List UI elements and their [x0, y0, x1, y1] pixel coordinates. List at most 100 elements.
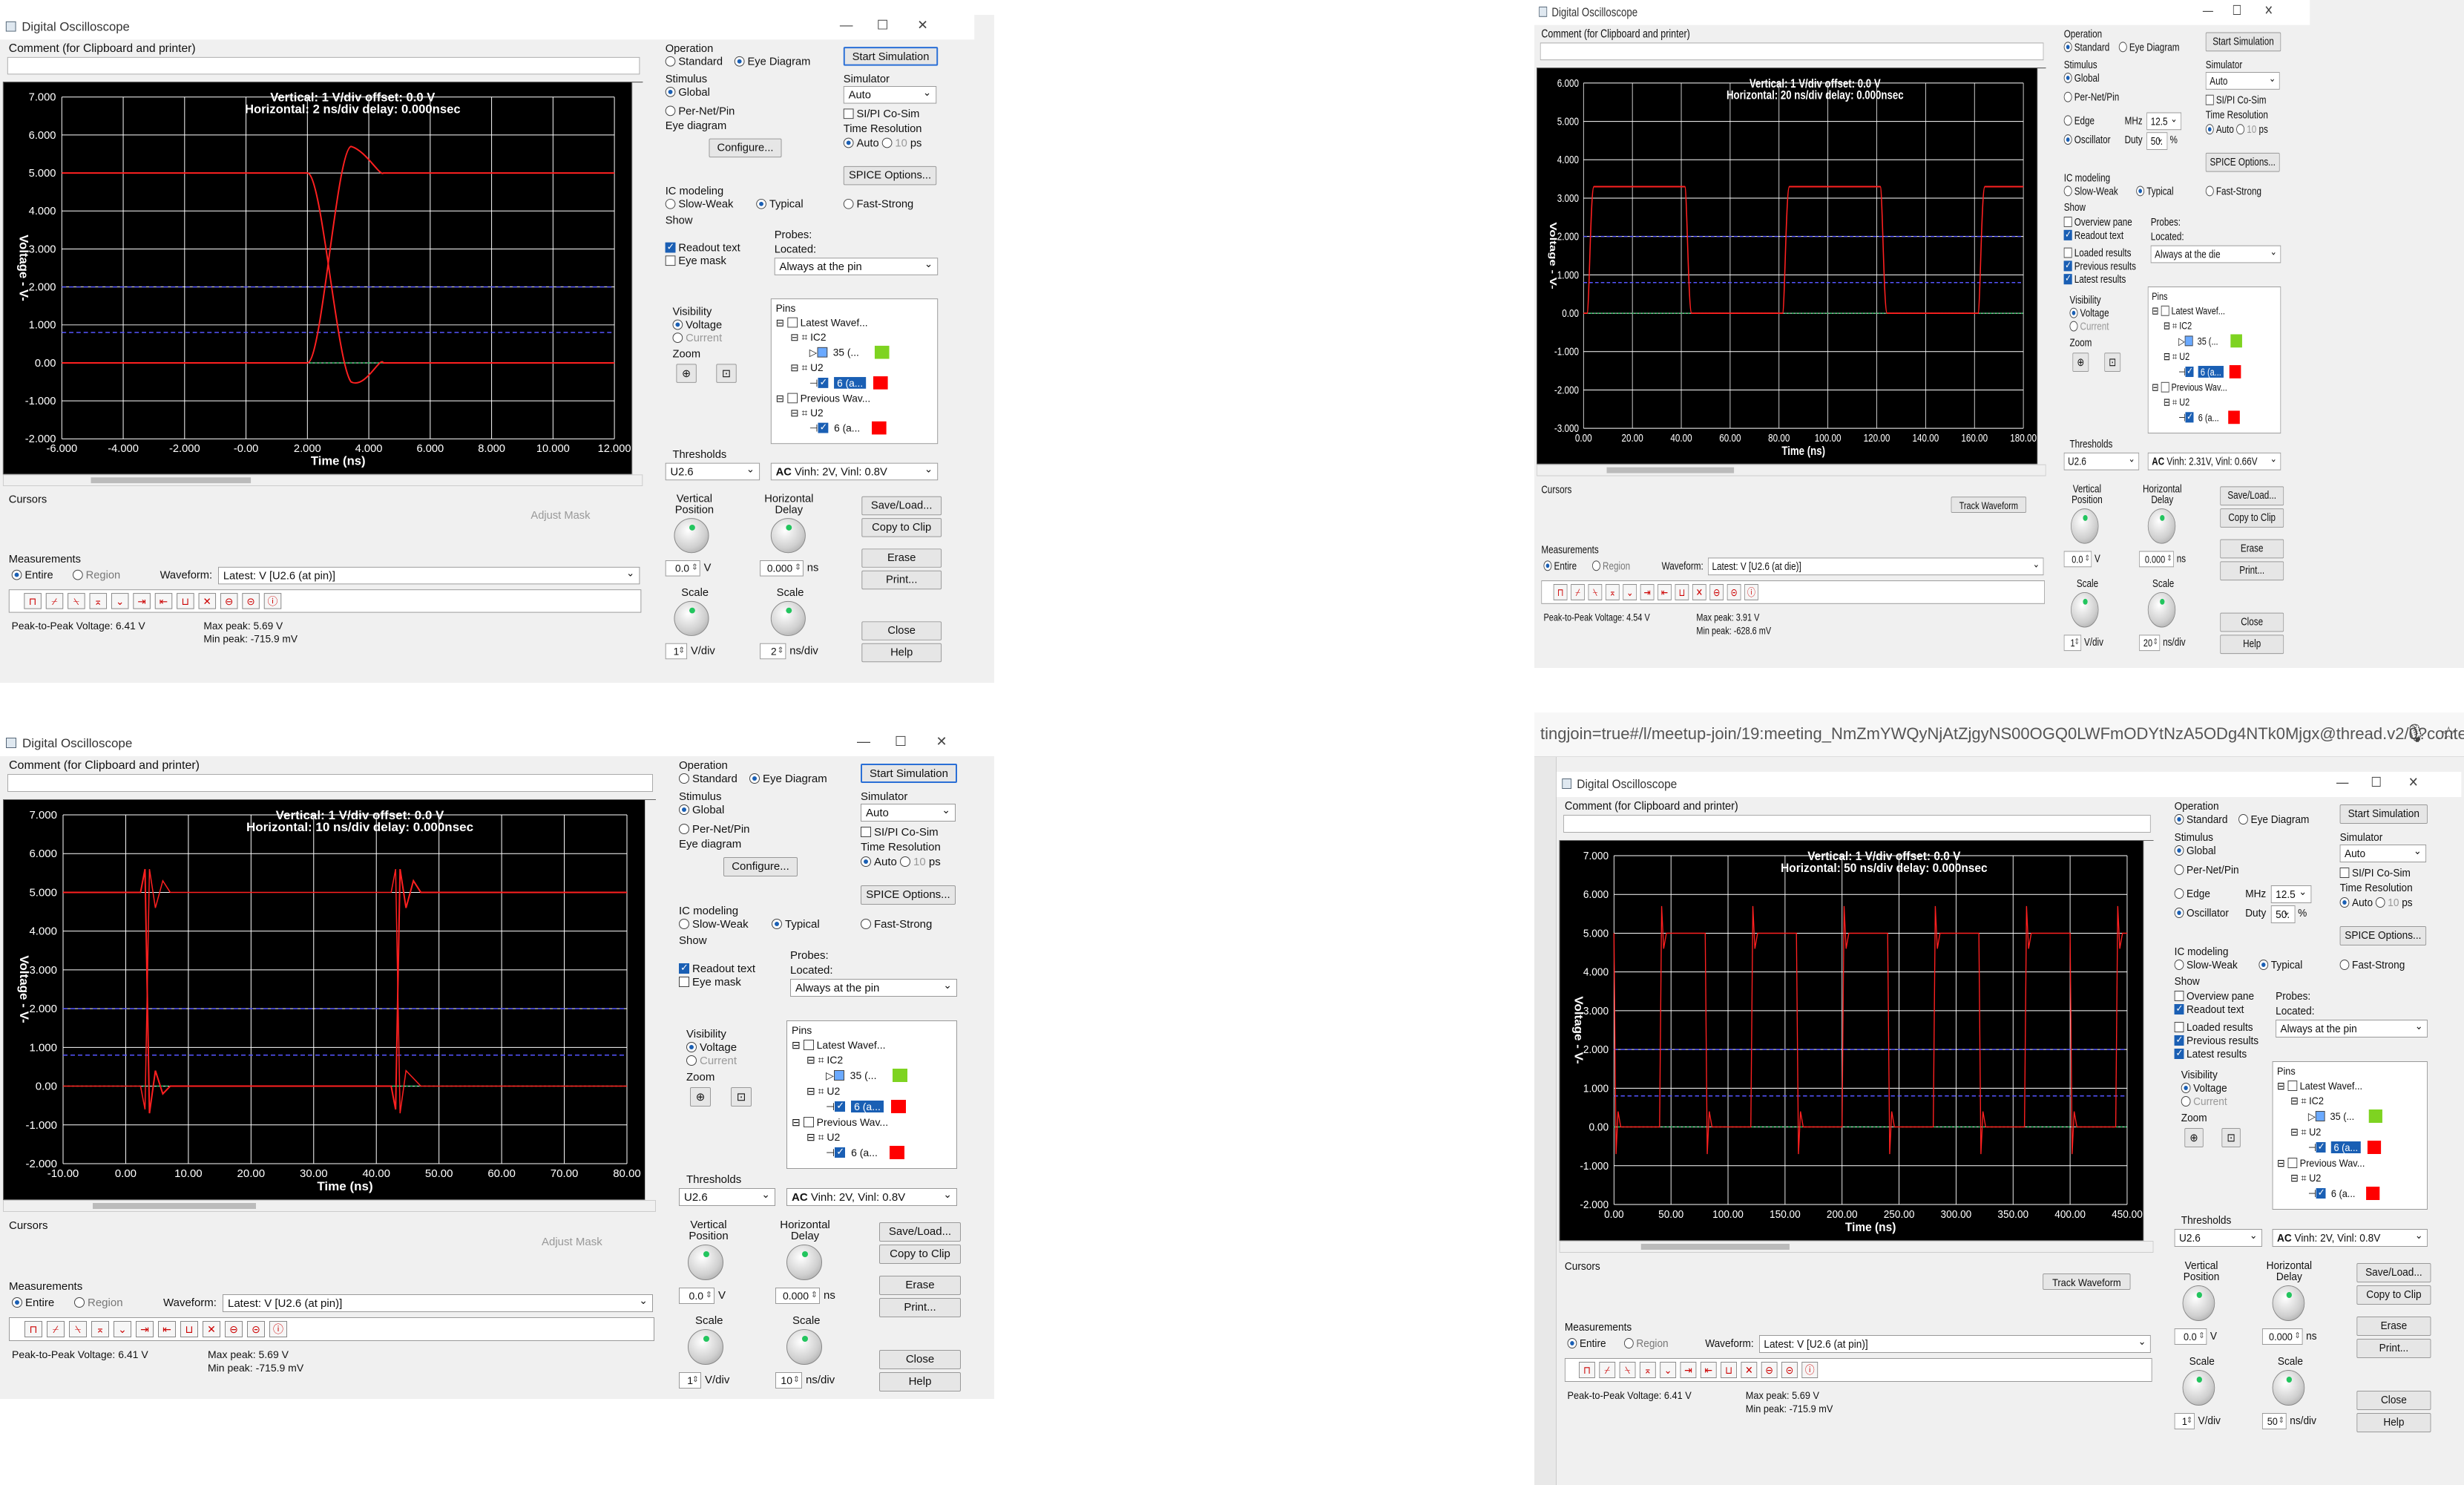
radio-entire[interactable]: Entire [12, 1296, 54, 1309]
waveform-select[interactable]: Latest: V [U2.6 (at pin)] [1759, 1335, 2151, 1353]
radio-region[interactable]: Region [73, 569, 120, 581]
tree-prev-pin-6[interactable]: ⊣ 6 (a... [809, 421, 887, 435]
track-waveform-button[interactable]: Track Waveform [2043, 1273, 2131, 1290]
radio-current[interactable]: Current [2181, 1095, 2227, 1108]
maximize-icon[interactable]: ☐ [2229, 3, 2245, 19]
tree-pin-6[interactable]: ⊣ 6 (a... [809, 376, 888, 390]
radio-slow-weak[interactable]: Slow-Weak [665, 198, 733, 211]
overview-checkbox[interactable]: Overview pane [2063, 216, 2132, 229]
close-icon[interactable]: ✕ [931, 734, 952, 750]
overshoot-icon[interactable]: ⌅ [91, 1321, 109, 1337]
tree-previous-waveforms[interactable]: ⊟ Previous Wav... [776, 393, 870, 405]
radio-typical-dot[interactable] [756, 198, 766, 209]
vertical-scrollbar[interactable] [2143, 841, 2155, 1242]
radio-eye-diagram[interactable]: Eye Diagram [734, 56, 810, 68]
star-icon[interactable]: ☆ [2440, 723, 2457, 744]
horizontal-scale-input[interactable]: 10 [775, 1372, 802, 1389]
tree-pin-35[interactable]: ▷ 35 (... [809, 345, 890, 359]
close-button[interactable]: Close [879, 1350, 961, 1369]
horizontal-scale-input[interactable]: 50 [2261, 1413, 2287, 1429]
zoom-fit-icon[interactable]: ⊡ [2104, 353, 2121, 372]
time-res-auto-dot[interactable] [2339, 897, 2350, 908]
vertical-scale-input[interactable]: 1 [2063, 635, 2082, 652]
radio-eye-diagram[interactable]: Eye Diagram [749, 773, 827, 785]
radio-fast-dot[interactable] [2205, 186, 2214, 197]
undershoot-icon[interactable]: ⌄ [1660, 1362, 1677, 1378]
radio-per-net[interactable]: Per-Net/Pin [665, 105, 735, 117]
time-res-auto-dot[interactable] [843, 137, 854, 148]
tree-pin-6[interactable]: ⊣ 6 (a... [826, 1100, 906, 1113]
horizontal-scrollbar[interactable] [1537, 464, 2046, 476]
radio-fast-dot[interactable] [2339, 960, 2350, 970]
radio-eye-dot[interactable] [749, 773, 760, 784]
vertical-position-input[interactable]: 0.0 [2174, 1328, 2207, 1345]
horizontal-delay-knob[interactable] [786, 1245, 822, 1280]
radio-per-net-dot[interactable] [2174, 865, 2184, 875]
threshold-level-select[interactable]: AC Vinh: 2V, Vinl: 0.8V [2272, 1229, 2428, 1247]
latest-checkbox[interactable]: Latest results [2174, 1047, 2247, 1061]
latest-wave-check[interactable] [803, 1040, 814, 1050]
horizontal-scale-input[interactable]: 2 [760, 643, 786, 660]
radio-typical[interactable]: Typical [756, 198, 804, 211]
horizontal-scale-knob[interactable] [2272, 1370, 2305, 1406]
vertical-scale-knob[interactable] [688, 1329, 723, 1365]
peak-icon[interactable]: ⊓ [1579, 1362, 1595, 1378]
jitter-icon[interactable]: ✕ [1692, 584, 1706, 600]
latest-check-box[interactable] [2174, 1047, 2184, 1059]
radio-entire-dot[interactable] [12, 1297, 22, 1308]
delay-icon[interactable]: ⇥ [136, 1321, 154, 1337]
eye-mask-checkbox[interactable]: Eye mask [679, 976, 741, 989]
radio-per-net-dot[interactable] [2063, 91, 2072, 102]
spice-options-button[interactable]: SPICE Options... [2205, 152, 2280, 172]
prev-wave-check[interactable] [2161, 381, 2169, 393]
prev-wave-check[interactable] [2287, 1158, 2297, 1168]
copy-to-clip-button[interactable]: Copy to Clip [861, 518, 942, 537]
readout-checkbox[interactable]: Readout text [2063, 229, 2123, 242]
time-res-auto-radio[interactable]: Auto 10 ps [843, 137, 921, 149]
print-button[interactable]: Print... [2220, 561, 2284, 581]
eye-width-icon[interactable]: ⊝ [1727, 584, 1741, 600]
horizontal-scale-knob[interactable] [770, 600, 806, 636]
save-load-button[interactable]: Save/Load... [861, 496, 942, 516]
prev-pin6-check[interactable] [835, 1146, 846, 1158]
horizontal-scale-knob[interactable] [786, 1329, 822, 1365]
eye-height-icon[interactable]: ⊖ [1761, 1362, 1778, 1378]
radio-region[interactable]: Region [74, 1296, 123, 1309]
threshold-net-select[interactable]: U2.6 [665, 462, 760, 481]
vertical-position-input[interactable]: 0.0 [665, 560, 700, 577]
tree-prev-u2[interactable]: ⊟ ⌗ U2 [806, 1131, 840, 1144]
duty-input[interactable]: 50. [2270, 905, 2296, 923]
configure-button[interactable]: Configure... [709, 138, 782, 158]
radio-per-net[interactable]: Per-Net/Pin [2063, 91, 2119, 104]
browser-url-bar[interactable]: tingjoin=true#/l/meetup-join/19:meeting_… [1534, 712, 2464, 757]
time-res-auto-radio[interactable]: Auto 10 ps [2339, 896, 2413, 909]
vertical-scale-knob[interactable] [2071, 591, 2099, 628]
vertical-scrollbar[interactable] [631, 82, 644, 476]
radio-typical[interactable]: Typical [2258, 959, 2302, 971]
minimize-icon[interactable]: — [853, 734, 874, 750]
threshold-net-select[interactable]: U2.6 [2063, 452, 2140, 471]
prev-wave-check[interactable] [786, 393, 798, 404]
overview-check-box[interactable] [2174, 991, 2184, 1001]
tree-latest-waveforms[interactable]: ⊟ Latest Wavef... [776, 317, 868, 330]
vertical-position-input[interactable]: 0.0 [679, 1288, 714, 1304]
overshoot-icon[interactable]: ⌅ [1639, 1362, 1656, 1378]
radio-per-net[interactable]: Per-Net/Pin [2174, 864, 2239, 876]
rise-icon[interactable]: ⌿ [45, 593, 64, 609]
sipi-checkbox[interactable]: SI/PI Co-Sim [2205, 94, 2266, 107]
threshold-net-select[interactable]: U2.6 [2174, 1229, 2262, 1247]
radio-fast-dot[interactable] [843, 198, 854, 209]
copy-to-clip-button[interactable]: Copy to Clip [2356, 1285, 2431, 1305]
start-simulation-button[interactable]: Start Simulation [2339, 804, 2428, 824]
zoom-in-icon[interactable]: ⊕ [2184, 1128, 2204, 1147]
radio-slow-weak[interactable]: Slow-Weak [2063, 185, 2118, 197]
overview-check-box[interactable] [2063, 217, 2072, 227]
eye-mask-check-box[interactable] [665, 255, 676, 266]
time-res-manual-dot[interactable] [881, 137, 893, 148]
pin35-check[interactable] [833, 1070, 844, 1081]
vertical-scale-knob[interactable] [674, 600, 709, 636]
threshold-level-select[interactable]: AC Vinh: 2V, Vinl: 0.8V [770, 462, 939, 481]
radio-edge[interactable]: Edge [2063, 114, 2095, 127]
loaded-check-box[interactable] [2174, 1022, 2184, 1032]
radio-eye-diagram[interactable]: Eye Diagram [2238, 813, 2309, 826]
